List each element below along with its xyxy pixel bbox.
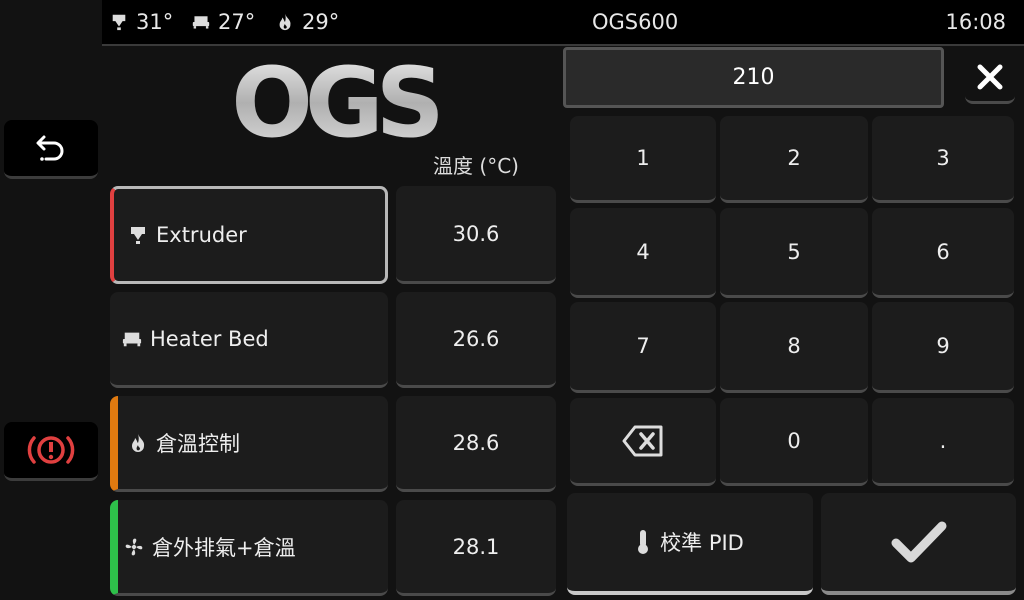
temperature-column-header: 溫度 (°C) xyxy=(433,154,519,178)
bed-temp-status: 27° xyxy=(192,0,255,44)
heater-temp-value: 26.6 xyxy=(396,292,556,388)
bed-temp-text: 27° xyxy=(218,10,256,34)
flame-icon xyxy=(279,13,291,31)
keypad-key-6[interactable]: 6 xyxy=(872,208,1014,298)
bed-icon xyxy=(122,332,142,346)
ogs-logo: OGS xyxy=(228,47,446,159)
clock: 16:08 xyxy=(945,10,1006,34)
printer-title: OGS600 xyxy=(592,10,679,34)
heater-name-label: 倉溫控制 xyxy=(156,431,240,456)
thermometer-icon xyxy=(638,530,649,554)
keypad-key-9[interactable]: 9 xyxy=(872,302,1014,393)
top-status-bar: 31° 27° 29° OGS600 16:08 xyxy=(102,0,1024,46)
flame-icon xyxy=(132,433,145,452)
heater-row-bed[interactable]: Heater Bed xyxy=(110,292,388,388)
keypad-key-1[interactable]: 1 xyxy=(570,116,716,203)
keypad-key-8[interactable]: 8 xyxy=(720,302,868,393)
keypad-key-0[interactable]: 0 xyxy=(720,398,868,486)
extruder-temp-status: 31° xyxy=(110,0,173,44)
keypad-key-2[interactable]: 2 xyxy=(720,116,868,203)
calibrate-pid-button[interactable]: 校準 PID xyxy=(567,493,813,595)
confirm-button[interactable] xyxy=(821,493,1016,595)
back-button[interactable] xyxy=(4,120,98,179)
keypad-key-decimal[interactable]: . xyxy=(872,398,1014,486)
keypad-key-7[interactable]: 7 xyxy=(570,302,716,393)
temperature-entry-field[interactable]: 210 xyxy=(563,47,944,108)
heater-name-label: 倉外排氣+倉溫 xyxy=(152,535,296,560)
heater-name-label: Extruder xyxy=(156,223,247,247)
heater-row-exhaust[interactable]: 倉外排氣+倉溫 xyxy=(110,500,388,596)
temp-value-text: 28.6 xyxy=(452,430,500,455)
heater-name: Extruder xyxy=(114,223,247,247)
heater-temp-value: 30.6 xyxy=(396,186,556,284)
keypad-key-4[interactable]: 4 xyxy=(570,208,716,298)
fan-icon xyxy=(125,538,143,555)
backspace-icon xyxy=(622,425,663,456)
heater-row-extruder[interactable]: Extruder xyxy=(110,186,388,284)
heater-row-chamber[interactable]: 倉溫控制 xyxy=(110,396,388,492)
backspace-button[interactable] xyxy=(570,398,716,486)
heater-name: 倉外排氣+倉溫 xyxy=(118,532,296,562)
extruder-icon xyxy=(131,227,145,244)
chamber-temp-text: 29° xyxy=(302,10,340,34)
temp-value-text: 28.1 xyxy=(452,534,500,559)
close-icon xyxy=(977,64,1003,89)
temp-value-text: 30.6 xyxy=(452,221,500,246)
calibrate-pid-label: 校準 PID xyxy=(660,531,744,555)
bed-icon xyxy=(192,16,210,29)
keypad-key-5[interactable]: 5 xyxy=(720,208,868,298)
temp-value-text: 26.6 xyxy=(452,326,500,351)
heater-temp-value: 28.1 xyxy=(396,500,556,596)
keypad-key-3[interactable]: 3 xyxy=(872,116,1014,203)
emergency-stop-icon xyxy=(27,436,75,464)
checkmark-icon xyxy=(891,521,946,563)
heater-temp-value: 28.6 xyxy=(396,396,556,492)
extruder-icon xyxy=(112,14,126,31)
emergency-stop-button[interactable] xyxy=(4,422,98,481)
close-button[interactable] xyxy=(965,52,1015,104)
extruder-temp-text: 31° xyxy=(136,10,174,34)
left-sidebar xyxy=(0,0,102,600)
logo-text: OGS xyxy=(231,56,438,144)
heater-name: 倉溫控制 xyxy=(118,428,240,458)
heater-name-label: Heater Bed xyxy=(150,326,269,351)
heater-name: Heater Bed xyxy=(110,327,269,351)
back-icon xyxy=(36,135,64,161)
chamber-temp-status: 29° xyxy=(276,0,339,44)
